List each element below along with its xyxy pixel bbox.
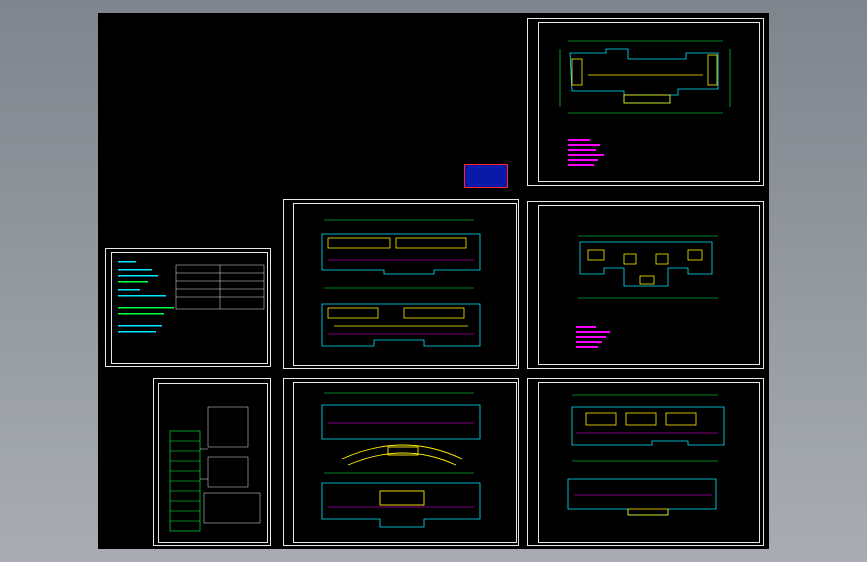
floor-plan-graphic	[321, 392, 481, 528]
drawing-sheet-mid-center[interactable]	[283, 199, 519, 369]
drawing-sheet-mid-right[interactable]	[527, 201, 764, 369]
title-stamp	[464, 164, 508, 188]
floor-plan-graphic	[576, 235, 718, 348]
floor-plan-graphic	[321, 219, 481, 347]
drawing-sheet-bottom-right[interactable]	[527, 378, 764, 546]
floor-plan-graphic	[559, 40, 731, 166]
riser-diagram-graphic	[169, 406, 261, 532]
cad-drawing-canvas[interactable]	[98, 13, 769, 549]
drawing-sheet-bottom-center[interactable]	[283, 378, 519, 546]
floor-plan-graphic	[567, 394, 725, 516]
drawing-sheet-top-right[interactable]	[527, 18, 764, 186]
drawing-sheet-left-notes[interactable]	[105, 248, 271, 367]
drawing-sheet-left-diagram[interactable]	[153, 378, 271, 546]
notes-graphic	[118, 261, 265, 333]
